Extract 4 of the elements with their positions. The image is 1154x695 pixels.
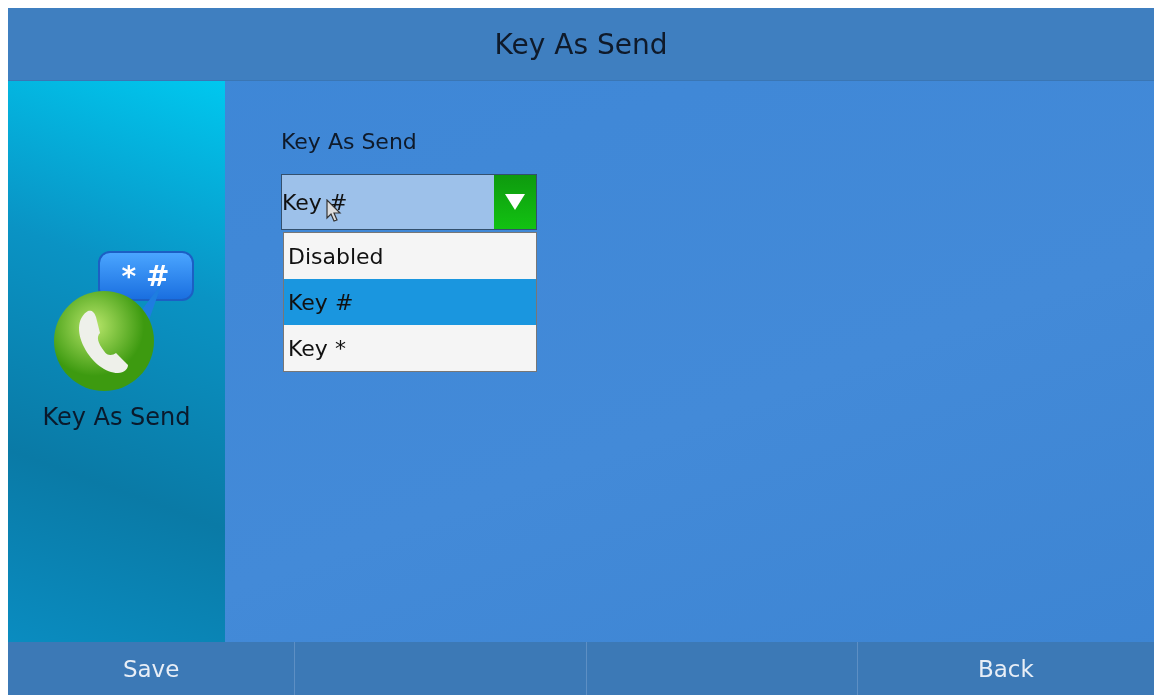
field-label: Key As Send	[281, 129, 418, 154]
sidebar-label: Key As Send	[42, 403, 191, 431]
dropdown-option[interactable]: Key #	[284, 279, 536, 325]
screen-title: Key As Send	[494, 27, 668, 61]
